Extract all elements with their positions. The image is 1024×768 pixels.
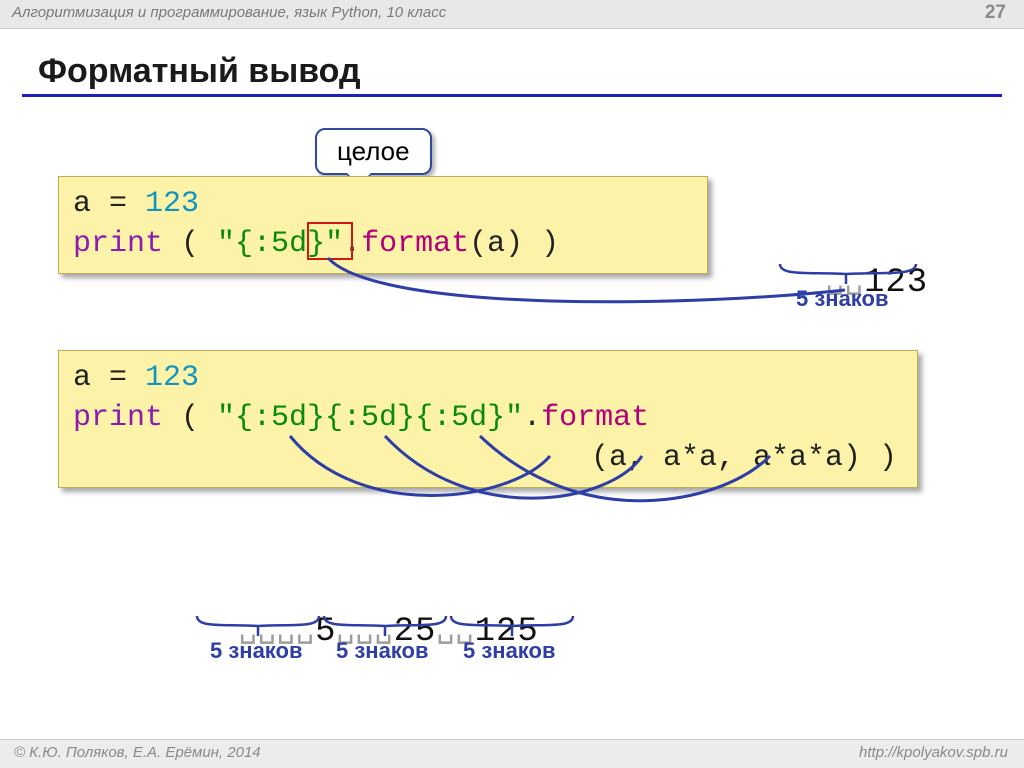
tok-fn: format bbox=[541, 401, 649, 435]
tok-str: "{:5d}{:5d}{:5d}" bbox=[217, 401, 523, 435]
tok-keyword: print bbox=[73, 401, 163, 435]
tok-str: "{: bbox=[217, 227, 271, 261]
chars-label-1: 5 знаков bbox=[796, 286, 889, 312]
code2-line2: print ( "{:5d}{:5d}{:5d}".format bbox=[73, 399, 903, 439]
tok-num: 123 bbox=[145, 187, 199, 221]
tok-dot: . bbox=[523, 401, 541, 435]
brace-icon bbox=[322, 614, 448, 640]
tok-var: a bbox=[73, 187, 91, 221]
footer-copyright: © К.Ю. Поляков, Е.А. Ерёмин, 2014 bbox=[14, 744, 261, 761]
code2-line1: a = 123 bbox=[73, 359, 903, 399]
tok-fn: format bbox=[361, 227, 469, 261]
brace-icon bbox=[778, 262, 918, 288]
code2-line3: (a, a*a, a*a*a) ) bbox=[73, 439, 903, 479]
brace-icon bbox=[449, 614, 575, 640]
code-block-1: a = 123 print ( "{:5d}".format(a) ) bbox=[58, 176, 708, 274]
footer: © К.Ю. Поляков, Е.А. Ерёмин, 2014 http:/… bbox=[0, 739, 1024, 768]
code-block-2: a = 123 print ( "{:5d}{:5d}{:5d}".format… bbox=[58, 350, 918, 488]
red-highlight-5 bbox=[307, 222, 353, 260]
callout-integer: целое bbox=[315, 128, 432, 175]
chars-label-2a: 5 знаков bbox=[210, 638, 303, 664]
code1-line1: a = 123 bbox=[73, 185, 693, 225]
chars-label-2c: 5 знаков bbox=[463, 638, 556, 664]
tok-paren: ( bbox=[163, 401, 217, 435]
tok-eq: = bbox=[91, 361, 145, 395]
brace-icon bbox=[195, 614, 321, 640]
chars-label-2b: 5 знаков bbox=[336, 638, 429, 664]
tok-paren: ( bbox=[163, 227, 217, 261]
code1-line2: print ( "{:5d}".format(a) ) bbox=[73, 225, 693, 265]
header: Алгоритмизация и программирование, язык … bbox=[0, 0, 1024, 29]
breadcrumb: Алгоритмизация и программирование, язык … bbox=[12, 4, 446, 21]
tok-eq: = bbox=[91, 187, 145, 221]
title-underline bbox=[22, 94, 1002, 97]
tok-num: 123 bbox=[145, 361, 199, 395]
footer-url: http://kpolyakov.spb.ru bbox=[859, 744, 1008, 761]
tok-keyword: print bbox=[73, 227, 163, 261]
page-title: Форматный вывод bbox=[38, 52, 361, 91]
tok-var: a bbox=[73, 361, 91, 395]
tok-str-5: 5 bbox=[271, 227, 289, 261]
page-number: 27 bbox=[985, 2, 1006, 24]
callout-label: целое bbox=[337, 136, 410, 166]
tok-args: (a, a*a, a*a*a) ) bbox=[591, 441, 897, 475]
tok-args: (a) ) bbox=[469, 227, 559, 261]
